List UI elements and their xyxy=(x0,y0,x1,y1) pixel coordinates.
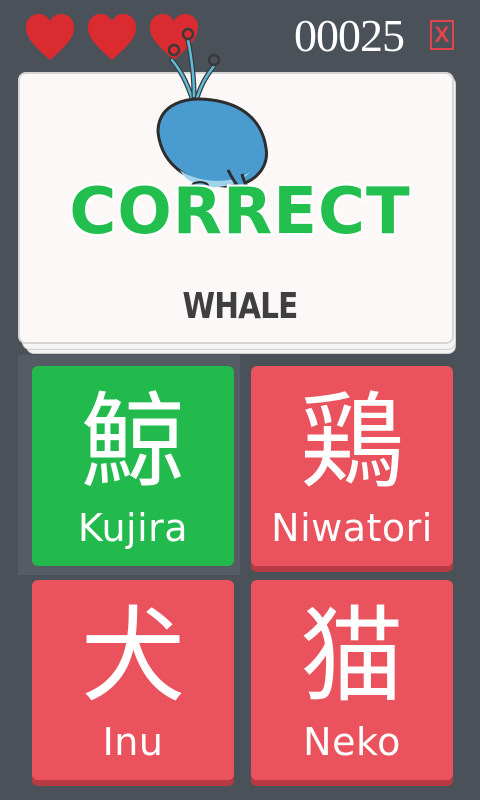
answer-tile-neko[interactable]: 猫 Neko xyxy=(251,580,453,780)
answer-kanji: 犬 xyxy=(80,595,185,717)
feedback-label: CORRECT xyxy=(67,174,411,250)
answer-romaji: Inu xyxy=(102,720,164,764)
answer-tile-kujira[interactable]: 鯨 Kujira xyxy=(32,366,234,566)
answer-kanji: 鯨 xyxy=(80,381,185,503)
answer-tile-inu[interactable]: 犬 Inu xyxy=(32,580,234,780)
whale-icon xyxy=(156,27,268,198)
answer-romaji: Kujira xyxy=(77,506,189,550)
score-counter: 00025 xyxy=(294,10,405,61)
answer-kanji: 猫 xyxy=(299,595,404,717)
answer-romaji: Neko xyxy=(303,720,401,764)
heart-icon xyxy=(26,14,74,60)
answer-tile-niwatori[interactable]: 鶏 Niwatori xyxy=(251,366,453,566)
heart-icon xyxy=(88,14,136,60)
target-word: WHALE xyxy=(182,286,298,327)
close-button[interactable]: X xyxy=(430,20,454,50)
answer-romaji: Niwatori xyxy=(271,506,433,550)
answer-kanji: 鶏 xyxy=(299,381,404,503)
